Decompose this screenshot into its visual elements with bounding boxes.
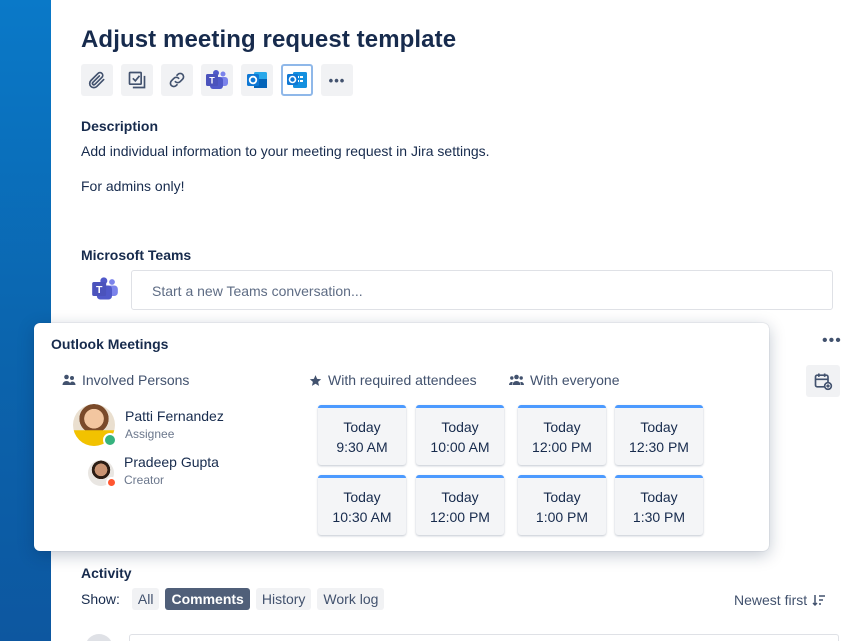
creator-avatar	[88, 459, 117, 488]
everyone-slot[interactable]: Today 12:30 PM	[615, 405, 703, 465]
slot-time: 10:30 AM	[332, 509, 392, 525]
add-comment-input[interactable]	[129, 634, 839, 641]
star-icon	[309, 374, 322, 386]
required-slot[interactable]: Today 10:00 AM	[416, 405, 504, 465]
everyone-label: With everyone	[530, 372, 620, 388]
group-icon	[509, 374, 524, 385]
svg-text:T: T	[96, 284, 103, 296]
filter-comments-button[interactable]: Comments	[165, 588, 250, 610]
slot-day: Today	[343, 489, 381, 505]
slot-time: 1:30 PM	[632, 509, 686, 525]
description-line-1: Add individual information to your meeti…	[81, 143, 490, 159]
calendar-add-icon	[814, 373, 833, 391]
people-icon	[62, 374, 76, 385]
sort-order-label: Newest first	[734, 592, 808, 608]
filter-worklog-button[interactable]: Work log	[317, 588, 385, 610]
issue-toolbar: T •••	[81, 64, 353, 96]
person-creator[interactable]: Pradeep Gupta Creator	[88, 454, 219, 488]
more-icon: •••	[328, 72, 346, 88]
teams-conversation-input[interactable]: Start a new Teams conversation...	[131, 270, 833, 310]
assignee-avatar	[73, 404, 117, 447]
required-slot[interactable]: Today 10:30 AM	[318, 475, 406, 535]
attach-button[interactable]	[81, 64, 113, 96]
sort-order-button[interactable]: Newest first	[734, 592, 826, 608]
panel-more-icon[interactable]: •••	[822, 332, 842, 350]
checklist-icon	[128, 71, 146, 89]
popup-title: Outlook Meetings	[51, 336, 169, 352]
svg-text:T: T	[209, 76, 215, 86]
assignee-role: Assignee	[125, 426, 175, 441]
page-title: Adjust meeting request template	[81, 26, 457, 53]
description-line-2: For admins only!	[81, 178, 185, 194]
required-slot[interactable]: Today 12:00 PM	[416, 475, 504, 535]
slot-time: 9:30 AM	[336, 439, 388, 455]
slot-day: Today	[640, 419, 678, 435]
everyone-heading: With everyone	[509, 372, 619, 388]
description-label: Description	[81, 118, 159, 134]
slot-time: 12:00 PM	[430, 509, 490, 525]
more-actions-button[interactable]: •••	[321, 64, 353, 96]
slot-time: 12:30 PM	[629, 439, 689, 455]
everyone-slot[interactable]: Today 1:00 PM	[518, 475, 606, 535]
filter-all-button[interactable]: All	[131, 588, 160, 610]
required-slot[interactable]: Today 9:30 AM	[318, 405, 406, 465]
add-child-issue-button[interactable]	[121, 64, 153, 96]
creator-role: Creator	[124, 473, 165, 487]
outlook-meeting-icon	[287, 72, 307, 88]
outlook-meetings-popup: Outlook Meetings Involved Persons With r…	[34, 323, 769, 551]
slot-time: 10:00 AM	[430, 439, 490, 455]
slot-day: Today	[543, 419, 581, 435]
slot-day: Today	[543, 489, 581, 505]
slot-day: Today	[441, 419, 479, 435]
activity-filters: Show: All Comments History Work log	[81, 588, 385, 610]
required-attendees-heading: With required attendees	[309, 372, 477, 388]
filter-history-button[interactable]: History	[255, 588, 312, 610]
slot-day: Today	[640, 489, 678, 505]
online-status-icon	[103, 433, 117, 447]
involved-persons-label: Involved Persons	[82, 372, 190, 388]
involved-persons-heading: Involved Persons	[62, 372, 189, 388]
busy-status-icon	[106, 476, 117, 488]
paperclip-icon	[88, 71, 105, 89]
slot-day: Today	[441, 489, 479, 505]
current-user-avatar	[85, 634, 113, 641]
person-assignee[interactable]: Patti Fernandez Assignee	[73, 404, 224, 447]
creator-name: Pradeep Gupta	[124, 454, 219, 470]
required-attendees-label: With required attendees	[328, 372, 477, 388]
teams-button[interactable]: T	[201, 64, 233, 96]
teams-icon: T	[206, 70, 228, 89]
everyone-slot[interactable]: Today 1:30 PM	[615, 475, 703, 535]
activity-label: Activity	[81, 565, 132, 581]
show-label: Show:	[81, 591, 120, 607]
teams-section-label: Microsoft Teams	[81, 247, 192, 263]
link-issue-button[interactable]	[161, 64, 193, 96]
slot-day: Today	[343, 419, 381, 435]
sort-icon	[812, 595, 826, 607]
teams-logo-icon: T	[91, 276, 119, 307]
outlook-button[interactable]	[241, 64, 273, 96]
assignee-name: Patti Fernandez	[125, 407, 224, 424]
link-icon	[169, 72, 185, 88]
outlook-meeting-button[interactable]	[281, 64, 313, 96]
everyone-slot[interactable]: Today 12:00 PM	[518, 405, 606, 465]
outlook-icon	[247, 72, 267, 88]
slot-time: 1:00 PM	[535, 509, 589, 525]
schedule-meeting-button[interactable]	[806, 365, 840, 397]
slot-time: 12:00 PM	[532, 439, 592, 455]
